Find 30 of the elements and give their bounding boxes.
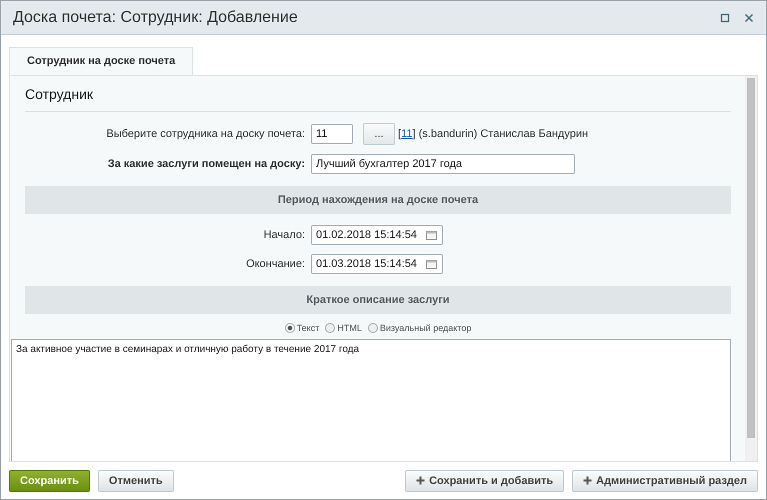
mode-radio[interactable]: Визуальный редактор xyxy=(368,323,472,333)
field-label: За какие заслуги помещен на доску: xyxy=(106,158,305,170)
close-icon[interactable] xyxy=(744,12,754,22)
employee-link[interactable]: 11 xyxy=(401,128,412,140)
date-field[interactable]: 01.03.2018 15:14:54 xyxy=(311,254,443,274)
section-header: Период нахождения на доске почета xyxy=(25,186,731,214)
merit-field[interactable]: Лучший бухгалтер 2017 года xyxy=(311,154,575,174)
action-button[interactable]: Сохранить и добавить xyxy=(405,470,564,492)
employee-info: [11] (s.bandurin) Станислав Бандурин xyxy=(398,128,588,140)
cancel-button[interactable]: Отменить xyxy=(98,470,174,492)
mode-radio[interactable]: Текст xyxy=(284,323,320,333)
field-label: Окончание: xyxy=(245,258,305,270)
employee-id-field[interactable]: 11 xyxy=(311,124,353,144)
window-title: Доска почета: Сотрудник: Добавление xyxy=(13,8,299,26)
section-header: Краткое описание заслуги xyxy=(25,286,731,314)
description-field[interactable]: За активное участие в семинарах и отличную работу в течение 2017 года xyxy=(11,339,731,461)
date-field[interactable]: 01.02.2018 15:14:54 xyxy=(311,225,443,245)
plus-icon xyxy=(583,476,592,485)
action-button[interactable]: Административный раздел xyxy=(572,470,758,492)
browse-button[interactable]: ... xyxy=(363,123,395,145)
scrollbar[interactable] xyxy=(745,76,757,461)
mode-radio[interactable]: HTML xyxy=(325,323,362,333)
field-label: Начало: xyxy=(262,229,305,241)
tab[interactable]: Сотрудник на доске почета xyxy=(9,47,194,75)
field-label: Выберите сотрудника на доску почета: xyxy=(105,128,305,140)
calendar-icon[interactable] xyxy=(426,259,437,269)
calendar-icon[interactable] xyxy=(426,230,437,240)
plus-icon xyxy=(416,476,426,485)
section-title: Сотрудник xyxy=(25,76,731,112)
maximize-icon[interactable] xyxy=(720,12,730,22)
